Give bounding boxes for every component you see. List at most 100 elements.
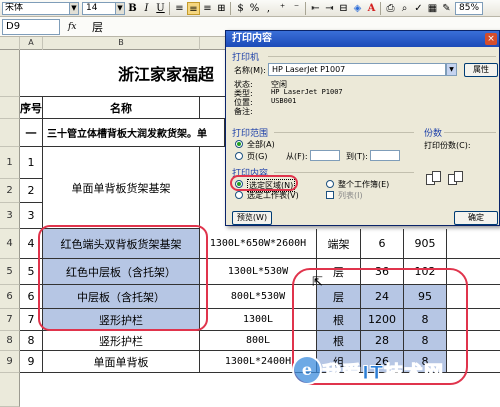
row-header[interactable] — [0, 119, 20, 147]
fill-color-icon[interactable]: ◈ — [351, 2, 364, 15]
printer-name-select[interactable]: HP LaserJet P1007 — [268, 63, 446, 76]
cell-name-merged[interactable]: 单面单背板货架基架 — [43, 147, 200, 229]
align-right-icon[interactable]: ≡ — [201, 2, 214, 15]
cell-qty[interactable]: 24 — [361, 285, 404, 309]
cell-unit[interactable]: 根 — [317, 309, 361, 331]
cell-qty[interactable]: 1200 — [361, 309, 404, 331]
to-spinner[interactable] — [370, 150, 400, 161]
percent-button[interactable]: % — [248, 2, 261, 15]
print-icon[interactable]: ⎙ — [384, 2, 397, 15]
column-header-b[interactable]: B — [43, 37, 200, 50]
increase-indent-icon[interactable]: ⇥ — [323, 2, 336, 15]
cell-unit[interactable]: 根 — [317, 331, 361, 351]
column-header-a[interactable]: A — [20, 37, 43, 50]
align-center-icon[interactable]: ≡ — [187, 1, 200, 15]
cell-extra[interactable] — [447, 229, 500, 259]
section-name[interactable]: 三十管立体槽背板大润发款货架。单 — [43, 119, 225, 147]
workbook-radio[interactable] — [326, 180, 334, 188]
formula-content[interactable]: 层 — [92, 19, 103, 35]
merge-center-icon[interactable]: ⊞ — [215, 2, 228, 15]
row-header[interactable]: 1 — [0, 147, 20, 179]
row-header[interactable] — [0, 373, 20, 407]
range-all-label[interactable]: 全部(A) — [247, 139, 275, 150]
row-header[interactable]: 9 — [0, 351, 20, 373]
printer-dropdown-icon[interactable]: ▼ — [446, 63, 457, 76]
cell-name[interactable]: 红色端头双背板货架基架 — [43, 229, 200, 259]
cell-name[interactable]: 中层板（含托架） — [43, 285, 200, 309]
cell-price[interactable]: 905 — [404, 229, 447, 259]
row-header[interactable]: 7 — [0, 309, 20, 331]
cell-qty[interactable]: 6 — [361, 229, 404, 259]
row-header[interactable]: 5 — [0, 259, 20, 285]
cell-extra[interactable] — [447, 331, 500, 351]
range-all-radio[interactable] — [235, 140, 243, 148]
cell-seq[interactable]: 8 — [20, 331, 43, 351]
cell-name[interactable]: 红色中层板（含托架） — [43, 259, 200, 285]
increase-decimal-icon[interactable]: ⁺ — [276, 2, 289, 15]
cell-extra[interactable] — [447, 309, 500, 331]
drawing-icon[interactable]: ✎ — [440, 2, 453, 15]
cell-seq[interactable]: 4 — [20, 229, 43, 259]
align-left-icon[interactable]: ≡ — [173, 2, 186, 15]
decrease-indent-icon[interactable]: ⇤ — [309, 2, 322, 15]
underline-button[interactable]: U — [154, 2, 167, 15]
chart-icon[interactable]: ▦ — [426, 2, 439, 15]
cell-spec[interactable]: 800L — [200, 331, 317, 351]
font-size-box[interactable]: 14 — [82, 1, 116, 15]
decrease-decimal-icon[interactable]: ⁻ — [290, 2, 303, 15]
cell-name[interactable]: 单面单背板 — [43, 351, 200, 373]
borders-icon[interactable]: ⊟ — [337, 2, 350, 15]
font-name-box[interactable]: 宋体 — [2, 1, 70, 15]
cell-seq[interactable]: 6 — [20, 285, 43, 309]
cell-seq[interactable]: 5 — [20, 259, 43, 285]
bold-button[interactable]: B — [126, 2, 139, 15]
font-name-dropdown-icon[interactable]: ▼ — [70, 1, 79, 15]
row-header[interactable]: 4 — [0, 229, 20, 259]
range-pages-radio[interactable] — [235, 152, 243, 160]
cell-seq[interactable]: 3 — [20, 203, 43, 229]
cell-name[interactable]: 竖形护栏 — [43, 309, 200, 331]
cell-seq[interactable]: 7 — [20, 309, 43, 331]
cell-unit[interactable]: 层 — [317, 259, 361, 285]
preview-button[interactable]: 预览(W) — [232, 211, 272, 225]
header-name[interactable]: 名称 — [43, 97, 200, 119]
cell-qty[interactable]: 28 — [361, 331, 404, 351]
row-header[interactable] — [0, 97, 20, 119]
row-header[interactable] — [0, 50, 20, 97]
zoom-box[interactable]: 85% — [455, 1, 484, 15]
cell-spec[interactable]: 800L*530W — [200, 285, 317, 309]
row-header[interactable]: 3 — [0, 203, 20, 229]
cell-name[interactable]: 竖形护栏 — [43, 331, 200, 351]
cell-price[interactable]: 8 — [404, 309, 447, 331]
range-pages-label[interactable]: 页(G) — [247, 151, 267, 162]
cell-unit[interactable]: 层 — [317, 285, 361, 309]
from-spinner[interactable] — [310, 150, 340, 161]
cell-qty[interactable]: 36 — [361, 259, 404, 285]
section-seq[interactable]: 一 — [20, 119, 43, 147]
cell-seq[interactable]: 1 — [20, 147, 43, 179]
cell-price[interactable]: 8 — [404, 331, 447, 351]
cell-spec[interactable]: 1300L — [200, 309, 317, 331]
currency-icon[interactable]: $ — [234, 2, 247, 15]
cell-price[interactable]: 102 — [404, 259, 447, 285]
font-color-icon[interactable]: A — [365, 2, 378, 15]
cell-extra[interactable] — [447, 351, 500, 373]
cell-seq[interactable]: 9 — [20, 351, 43, 373]
cell-spec[interactable]: 1300L*530W — [200, 259, 317, 285]
active-sheet-label[interactable]: 选定工作表(V) — [247, 190, 299, 201]
row-header[interactable]: 6 — [0, 285, 20, 309]
close-icon[interactable]: × — [485, 33, 497, 45]
workbook-label[interactable]: 整个工作簿(E) — [338, 179, 389, 190]
cell-extra[interactable] — [447, 259, 500, 285]
spelling-icon[interactable]: ✓ — [412, 2, 425, 15]
row-header[interactable]: 8 — [0, 331, 20, 351]
name-box[interactable]: D9 — [2, 18, 60, 35]
print-preview-icon[interactable]: ⌕ — [398, 2, 411, 15]
corner-select-all[interactable] — [0, 37, 20, 50]
selection-radio[interactable] — [235, 180, 243, 188]
header-seq[interactable]: 序号 — [20, 97, 43, 119]
row-header[interactable]: 2 — [0, 179, 20, 203]
active-sheet-radio[interactable] — [235, 191, 243, 199]
cell-seq[interactable]: 2 — [20, 179, 43, 203]
cell-extra[interactable] — [447, 285, 500, 309]
